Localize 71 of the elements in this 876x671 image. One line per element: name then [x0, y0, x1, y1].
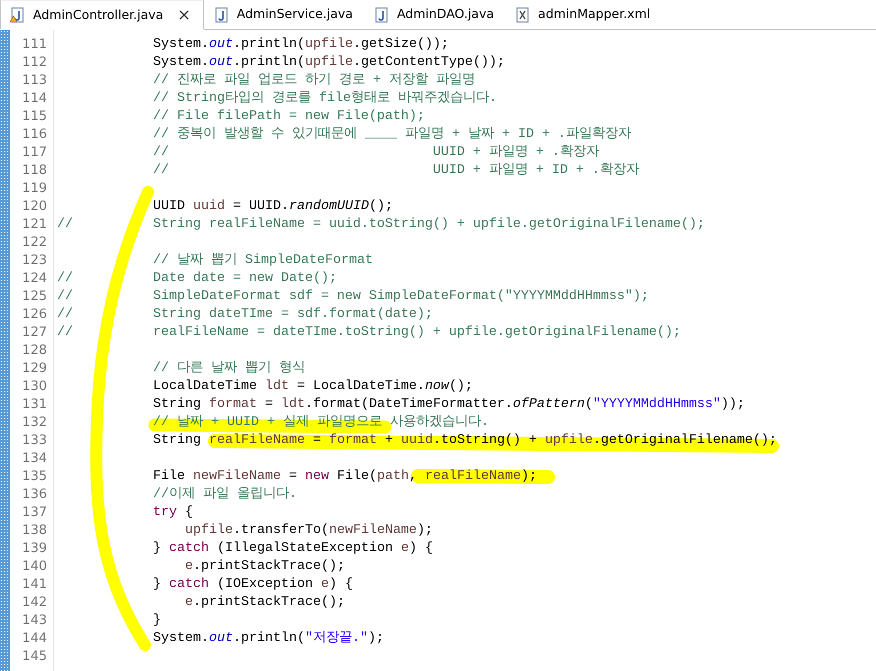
code-line: } — [152, 613, 161, 628]
code-line: // UUID + 파일명 + ID + .확장자 — [152, 163, 639, 178]
line-number: 126 — [21, 306, 48, 324]
code-line: System.out.println(upfile.getSize()); — [152, 37, 449, 52]
line-number: 120 — [21, 198, 48, 216]
line-number: 144 — [21, 630, 48, 648]
line-number: 135 — [21, 468, 48, 486]
code-line: } catch (IllegalStateException e) { — [152, 541, 433, 556]
line-number: 112 — [21, 54, 48, 72]
tab-label: adminMapper.xml — [538, 5, 650, 24]
line-number: 136 — [21, 486, 48, 504]
code-line: // String타입의 경로를 file형태로 바꿔주겠습니다. — [152, 91, 497, 106]
line-number: 119 — [21, 180, 48, 198]
editor-tab[interactable]: AdminService.java — [204, 0, 364, 29]
line-number: 141 — [21, 576, 48, 594]
code-line: // Date date = new Date(); — [57, 271, 337, 286]
line-number: 121 — [21, 216, 48, 234]
line-number: 139 — [21, 540, 48, 558]
code-line: // 중복이 발생할 수 있기때문에 ____ 파일명 + 날짜 + ID + .파일확장자 — [152, 127, 631, 142]
line-number: 132 — [21, 414, 48, 432]
line-number: 116 — [21, 126, 48, 144]
line-number: 115 — [21, 108, 48, 126]
line-number: 134 — [21, 450, 48, 468]
line-number: 117 — [21, 144, 48, 162]
code-line: //이제 파일 올립니다. — [152, 487, 297, 502]
code-line: System.out.println(upfile.getContentType()); — [152, 55, 505, 70]
line-number: 145 — [21, 648, 48, 666]
line-number: 123 — [21, 252, 48, 270]
line-number: 128 — [21, 342, 48, 360]
line-number: 137 — [21, 504, 48, 522]
code-line: // realFileName = dateTIme.toString() + upfile.getOriginalFilename(); — [57, 325, 681, 340]
code-line: // UUID + 파일명 + .확장자 — [152, 145, 599, 160]
tab-label: AdminController.java — [33, 6, 164, 24]
line-number: 130 — [21, 378, 48, 396]
close-button[interactable]: × — [175, 7, 193, 23]
code-line: // 다른 날짜 뽑기 형식 — [152, 361, 305, 376]
line-number: 113 — [21, 72, 48, 90]
line-number: 129 — [21, 360, 48, 378]
editor-tab[interactable]: adminMapper.xml — [505, 0, 662, 29]
line-number: 133 — [21, 432, 48, 450]
code-line: String format = ldt.format(DateTimeFormatter.ofPattern("YYYYMMddHHmmss")); — [152, 397, 745, 412]
line-number: 122 — [21, 234, 48, 252]
code-line: System.out.println("저장끝."); — [152, 631, 384, 646]
line-number: 125 — [21, 288, 48, 306]
tab-label: AdminService.java — [236, 5, 353, 24]
code-line: // SimpleDateFormat sdf = new SimpleDateFormat("YYYYMMddHHmmss"); — [57, 289, 649, 304]
line-number: 142 — [21, 594, 48, 612]
editor-tab[interactable]: AdminDAO.java — [364, 0, 506, 29]
line-number: 143 — [21, 612, 48, 630]
line-number: 127 — [21, 324, 48, 342]
code-line: try { — [152, 505, 193, 520]
code-line: e.printStackTrace(); — [184, 559, 345, 574]
line-number: 111 — [21, 36, 48, 54]
code-line: // File filePath = new File(path); — [152, 109, 425, 124]
line-number: 118 — [21, 162, 48, 180]
line-number: 131 — [21, 396, 48, 414]
code-line: e.printStackTrace(); — [184, 595, 345, 610]
line-number: 124 — [21, 270, 48, 288]
tab-label: AdminDAO.java — [396, 5, 494, 24]
code-line: // 날짜 뽑기 SimpleDateFormat — [152, 253, 373, 268]
line-number: 138 — [21, 522, 48, 540]
code-line: } catch (IOException e) { — [152, 577, 353, 592]
code-line: // 진짜로 파일 업로드 하기 경로 + 저장할 파일명 — [152, 73, 475, 88]
code-line: upfile.transferTo(newFileName); — [184, 523, 433, 538]
code-line: UUID uuid = UUID.randomUUID(); — [152, 199, 393, 214]
line-number: 114 — [21, 90, 48, 108]
code-line: LocalDateTime ldt = LocalDateTime.now(); — [152, 379, 473, 394]
editor-tab[interactable]: AdminController.java × — [0, 0, 204, 29]
code-line: // String dateTIme = sdf.format(date); — [57, 307, 433, 322]
code-line: // String realFileName = uuid.toString() + upfile.getOriginalFilename(); — [57, 217, 705, 232]
line-number: 140 — [21, 558, 48, 576]
